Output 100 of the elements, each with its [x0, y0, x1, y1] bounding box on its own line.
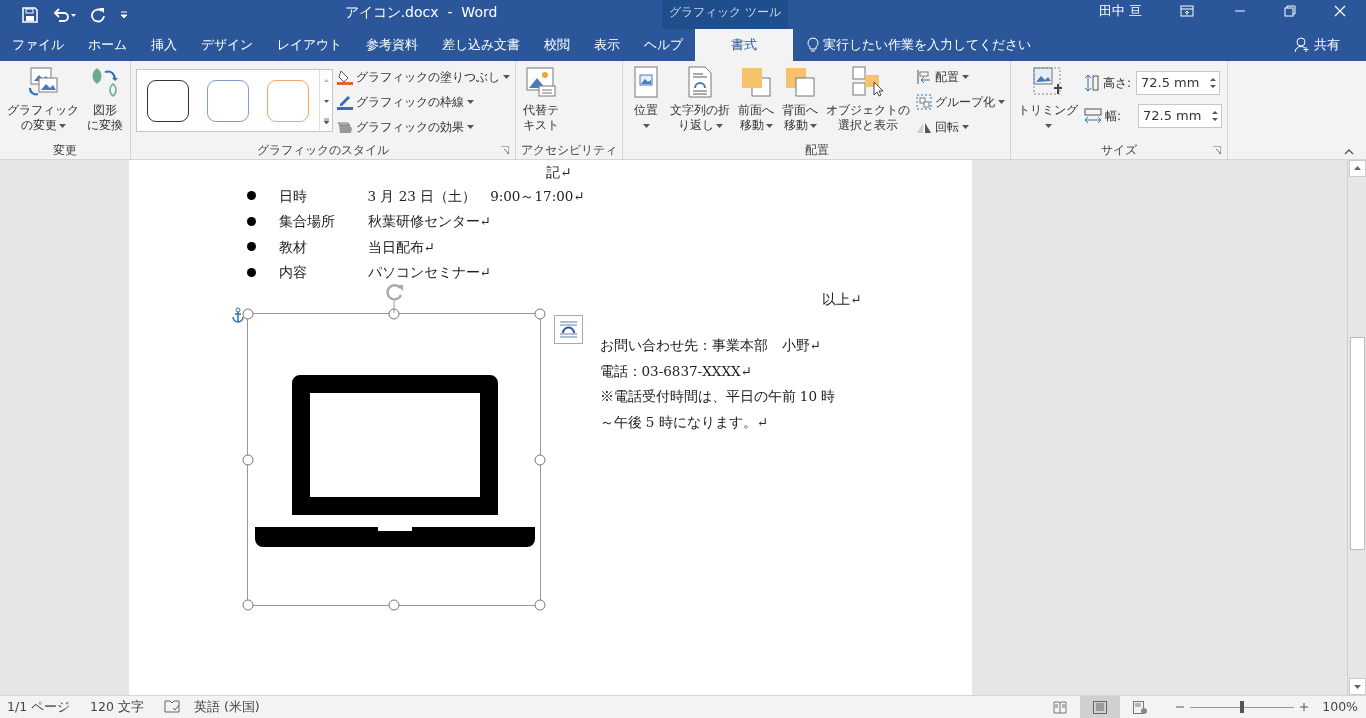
- page-count[interactable]: 1/1 ページ: [7, 697, 71, 717]
- ribbon-button[interactable]: 位置: [628, 66, 664, 140]
- share-button[interactable]: 共有: [1294, 29, 1340, 61]
- item-label: 教材: [278, 237, 308, 257]
- resize-handle[interactable]: [242, 599, 253, 611]
- save-icon[interactable]: [22, 6, 38, 23]
- resize-handle[interactable]: [534, 454, 545, 466]
- style-swatch[interactable]: [267, 79, 309, 122]
- closing-text: 以上↵: [822, 290, 862, 309]
- spinner-icon[interactable]: [1209, 75, 1217, 91]
- layout-options-icon[interactable]: [553, 315, 583, 345]
- height-icon: [1084, 74, 1100, 92]
- zoom-in-icon[interactable]: [1300, 703, 1309, 711]
- customize-icon[interactable]: [120, 10, 128, 19]
- ribbon-button[interactable]: グラフィック の変更: [5, 66, 81, 140]
- ribbon-display-icon[interactable]: [1180, 4, 1194, 17]
- contact-line: お問い合わせ先：事業本部 小野↵: [599, 336, 822, 356]
- ribbon-command[interactable]: 回転: [916, 117, 1005, 137]
- group-label: 変更: [53, 142, 77, 159]
- scroll-down-icon[interactable]: [1348, 678, 1366, 695]
- group-label: 配置: [804, 142, 829, 159]
- bullet-icon: [246, 242, 256, 252]
- resize-handle[interactable]: [242, 308, 253, 320]
- scrollbar-thumb[interactable]: [1349, 337, 1365, 550]
- zoom-thumb[interactable]: [1240, 701, 1245, 713]
- field-label: 高さ:: [1103, 75, 1133, 92]
- group-label: グラフィックのスタイル: [257, 142, 389, 159]
- resize-handle[interactable]: [242, 454, 253, 466]
- ribbon-button[interactable]: 図形 に変換: [85, 66, 125, 140]
- ribbon-command[interactable]: グラフィックの効果: [337, 117, 510, 137]
- crop-icon: [1032, 66, 1064, 98]
- pencil-icon: [337, 94, 353, 110]
- tell-me-field[interactable]: 実行したい作業を入力してください: [807, 29, 1031, 61]
- group-icon: [916, 94, 932, 110]
- ribbon-command[interactable]: グループ化: [916, 92, 1005, 112]
- ribbon-button[interactable]: 代替テ キスト: [521, 66, 561, 140]
- item-value: パソコンセミナー↵: [367, 263, 491, 283]
- ribbon-tab[interactable]: 参考資料: [354, 29, 430, 61]
- user-name[interactable]: 田中 亘: [1098, 0, 1142, 29]
- ribbon-button[interactable]: 背面へ 移動: [780, 66, 820, 140]
- effects-icon: [337, 119, 353, 135]
- anchor-icon: [230, 307, 245, 324]
- ribbon-tab[interactable]: 書式: [695, 29, 793, 61]
- ribbon-tab[interactable]: 校閲: [532, 29, 582, 61]
- person-add-icon: [1294, 37, 1310, 53]
- lightbulb-icon: [807, 37, 819, 53]
- field-label: 幅:: [1105, 108, 1123, 125]
- dialog-launcher-icon[interactable]: [1213, 146, 1221, 154]
- style-swatch[interactable]: [207, 79, 249, 122]
- item-value: 当日配布↵: [367, 237, 435, 257]
- view-button[interactable]: [1080, 695, 1121, 718]
- proofing-icon[interactable]: [163, 700, 180, 714]
- scroll-up-icon[interactable]: [1348, 160, 1366, 177]
- undo-icon[interactable]: [52, 6, 76, 23]
- bullet-icon: [246, 191, 256, 201]
- ribbon-command[interactable]: 配置: [916, 67, 1005, 87]
- ribbon-button[interactable]: 前面へ 移動: [736, 66, 776, 140]
- ribbon-tab[interactable]: ファイル: [0, 29, 76, 61]
- zoom-slider[interactable]: [1190, 701, 1295, 713]
- contact-line: ～午後 5 時になります。↵: [599, 412, 769, 432]
- ribbon-tab[interactable]: 挿入: [139, 29, 189, 61]
- bullet-icon: [246, 216, 256, 226]
- size-field[interactable]: 72.5 mm: [1138, 104, 1222, 128]
- ribbon-tab[interactable]: ホーム: [76, 29, 139, 61]
- word-count[interactable]: 120 文字: [90, 697, 144, 717]
- resize-handle[interactable]: [388, 308, 399, 320]
- ribbon-command[interactable]: グラフィックの塗りつぶし: [337, 67, 510, 87]
- ribbon-tab[interactable]: 表示: [582, 29, 632, 61]
- zoom-level[interactable]: 100%: [1322, 697, 1358, 717]
- dialog-launcher-icon[interactable]: [501, 146, 509, 154]
- ribbon-tab[interactable]: デザイン: [189, 29, 265, 61]
- size-field[interactable]: 72.5 mm: [1136, 71, 1220, 95]
- item-value: 秋葉研修センター↵: [367, 212, 491, 232]
- restore-icon[interactable]: [1284, 4, 1296, 17]
- ribbon-tab[interactable]: 差し込み文書: [430, 29, 532, 61]
- width-icon: [1084, 108, 1102, 124]
- resize-handle[interactable]: [534, 599, 545, 611]
- bullet-icon: [246, 267, 256, 277]
- ribbon-button[interactable]: 文字列の折 り返し: [668, 66, 732, 140]
- item-label: 集合場所: [278, 212, 336, 232]
- redo-icon[interactable]: [90, 6, 106, 23]
- ribbon-command[interactable]: グラフィックの枠線: [337, 92, 510, 112]
- ribbon-button[interactable]: トリミング: [1016, 66, 1080, 140]
- spinner-icon[interactable]: [1211, 108, 1219, 124]
- group-label: アクセシビリティ: [521, 142, 617, 159]
- close-icon[interactable]: [1334, 4, 1346, 17]
- style-swatch[interactable]: [147, 79, 189, 122]
- heading-text: 記↵: [546, 163, 572, 182]
- ribbon-tab[interactable]: ヘルプ: [632, 29, 695, 61]
- window-title: アイコン.docx - Word: [344, 3, 498, 22]
- selection-pane-icon: [852, 66, 884, 98]
- ribbon-button[interactable]: オブジェクトの 選択と表示: [824, 66, 912, 140]
- language[interactable]: 英語 (米国): [193, 697, 260, 717]
- bring-forward-icon: [740, 66, 772, 98]
- resize-handle[interactable]: [388, 599, 399, 611]
- align-icon: [916, 69, 932, 85]
- collapse-ribbon-icon[interactable]: [1344, 149, 1354, 155]
- resize-handle[interactable]: [534, 308, 545, 320]
- zoom-out-icon[interactable]: [1176, 703, 1185, 711]
- ribbon-tab[interactable]: レイアウト: [265, 29, 354, 61]
